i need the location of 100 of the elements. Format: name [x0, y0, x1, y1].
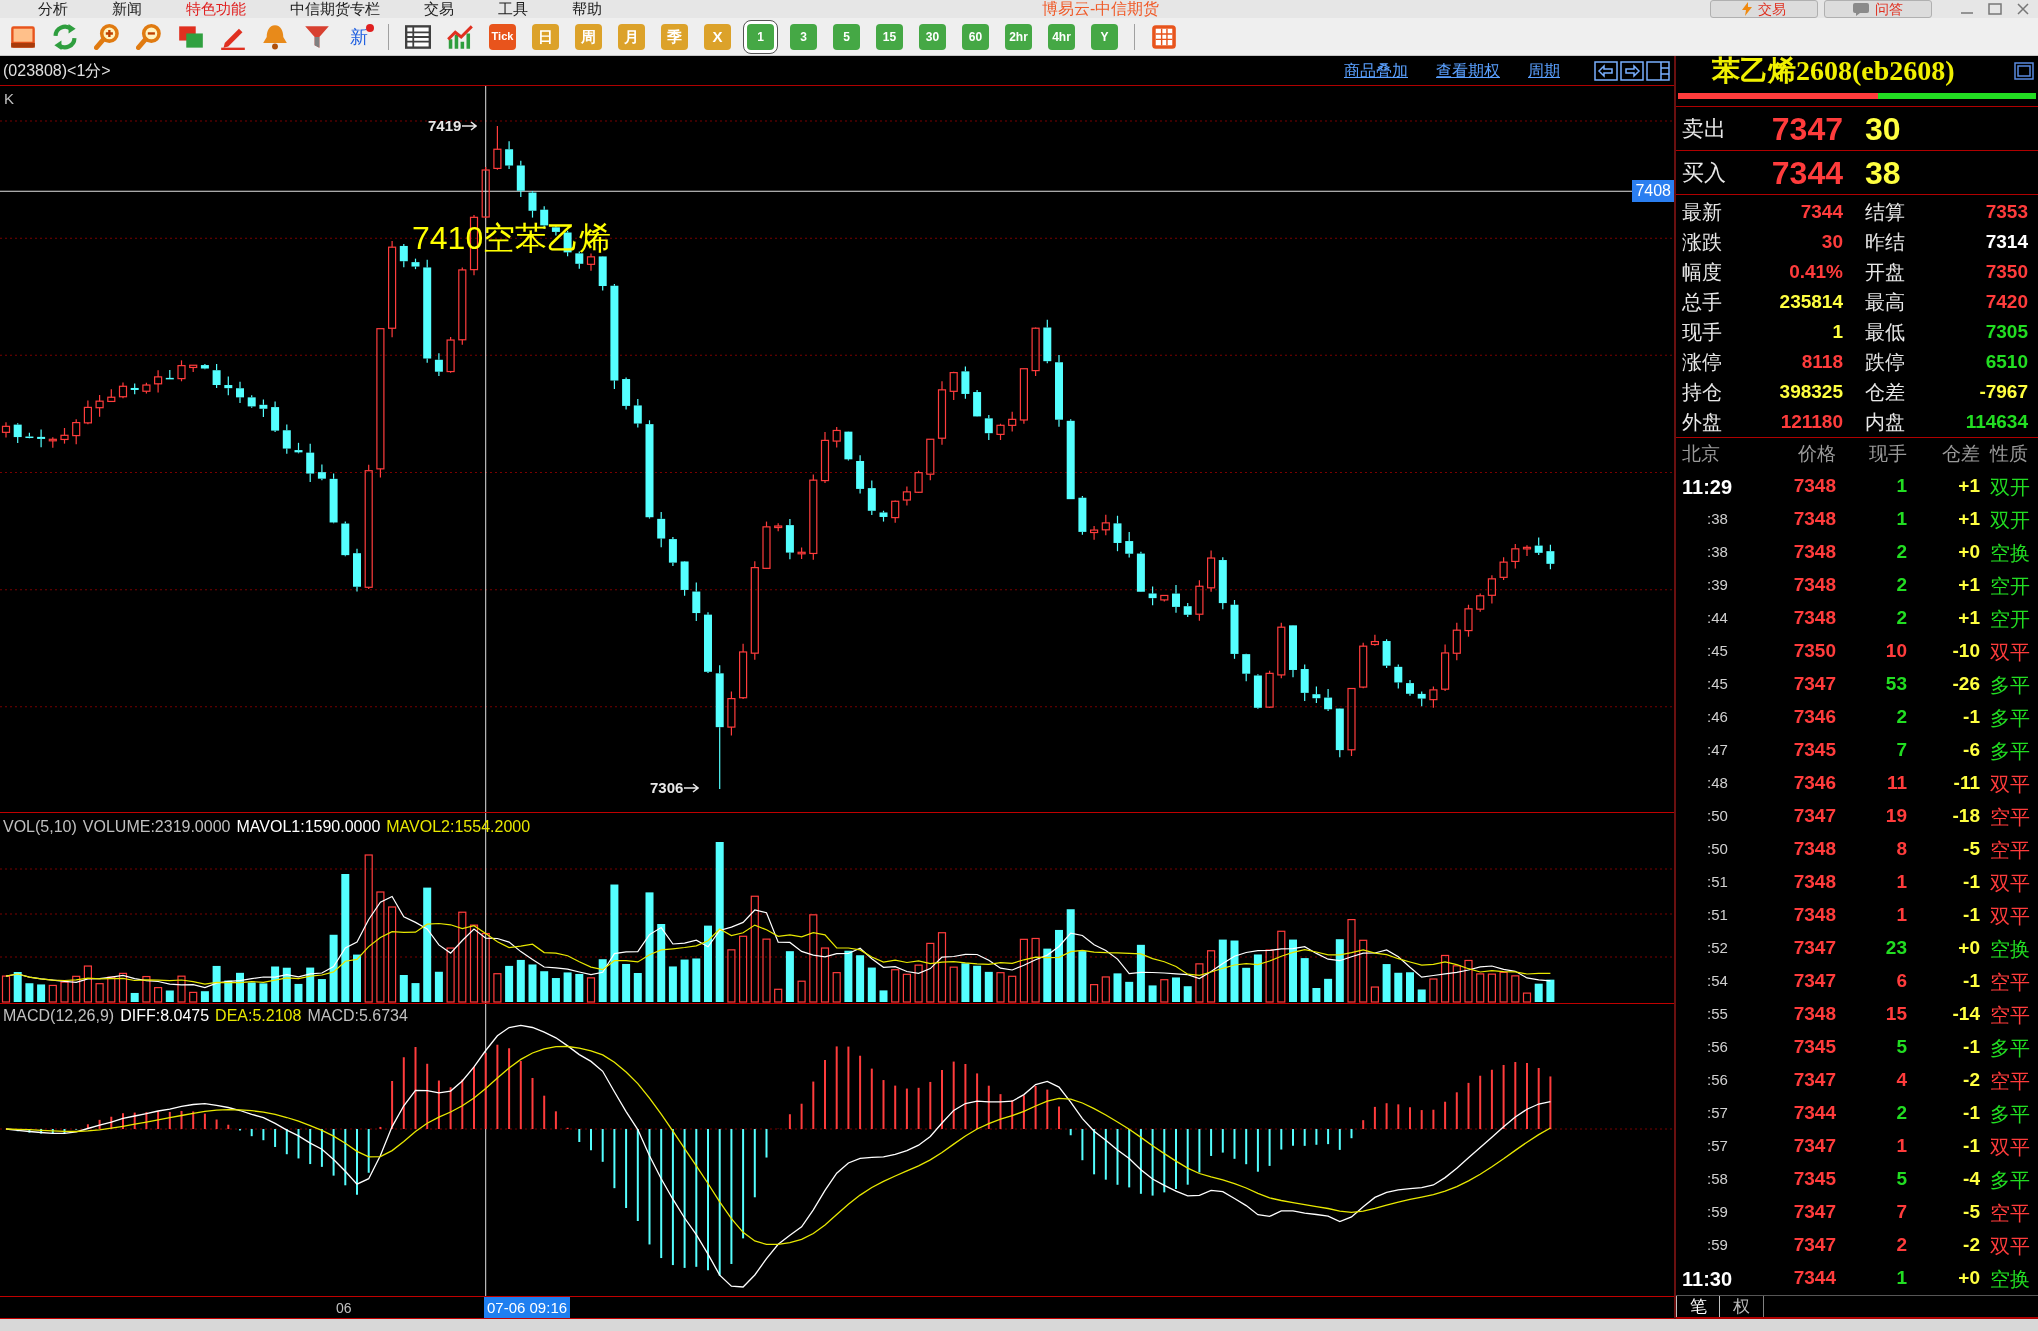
- toolbar-button[interactable]: 交易: [1710, 0, 1818, 18]
- trade-oi-change: +1: [1957, 474, 1980, 499]
- menu-item[interactable]: 中信期货专栏: [290, 0, 380, 18]
- trade-price: 7344: [1792, 1266, 1836, 1291]
- trade-type: 空平: [1989, 1200, 2031, 1226]
- trade-type: 多平: [1989, 1101, 2031, 1127]
- period-button[interactable]: 2hr: [1005, 23, 1032, 50]
- header-link[interactable]: 商品叠加: [1344, 58, 1408, 83]
- period-button[interactable]: 日: [532, 23, 559, 50]
- stat-value: 7314: [1984, 229, 2029, 254]
- trade-price: 7347: [1792, 1200, 1836, 1225]
- windows-icon[interactable]: [178, 23, 204, 50]
- stat-label: 昨结: [1864, 230, 1906, 255]
- trade-oi-change: -6: [1962, 738, 1980, 763]
- trade-type: 空换: [1989, 540, 2031, 566]
- period-button[interactable]: 5: [833, 23, 860, 50]
- menu-item[interactable]: 分析: [38, 0, 68, 18]
- news-button[interactable]: 新: [346, 23, 372, 50]
- trade-type: 空平: [1989, 1002, 2031, 1028]
- trade-oi-change: -14: [1951, 1002, 1980, 1027]
- trade-time: :57: [1706, 1136, 1729, 1157]
- trade-type: 双平: [1989, 639, 2031, 665]
- zoom-in-icon[interactable]: [94, 23, 120, 50]
- trade-volume: 19: [1884, 804, 1907, 829]
- period-button[interactable]: 季: [661, 23, 688, 50]
- trade-time: 11:29: [1681, 474, 1734, 500]
- trade-type: 双平: [1989, 870, 2031, 896]
- period-button[interactable]: Tick: [489, 23, 516, 50]
- menu-item[interactable]: 新闻: [112, 0, 142, 18]
- trade-oi-change: -2: [1962, 1233, 1980, 1258]
- book-icon[interactable]: [10, 23, 36, 50]
- split-view-icon[interactable]: [1646, 60, 1670, 81]
- period-button[interactable]: 周: [575, 23, 602, 50]
- refresh-icon[interactable]: [52, 23, 78, 50]
- trade-volume: 2: [1895, 573, 1907, 598]
- stat-value: 7344: [1799, 199, 1843, 224]
- trade-type: 空换: [1989, 1266, 2031, 1292]
- trade-time: :51: [1706, 872, 1729, 893]
- trade-volume: 1: [1895, 474, 1907, 499]
- trade-price: 7344: [1792, 1101, 1836, 1126]
- trade-time: :59: [1706, 1202, 1729, 1223]
- menu-item[interactable]: 交易: [424, 0, 454, 18]
- period-button[interactable]: X: [704, 23, 731, 50]
- trade-volume: 7: [1895, 1200, 1907, 1225]
- trade-volume: 15: [1884, 1002, 1907, 1027]
- trade-price: 7348: [1792, 540, 1836, 565]
- period-button[interactable]: 3: [790, 23, 817, 50]
- trade-time: 11:30: [1681, 1266, 1734, 1292]
- panel-tab[interactable]: 笔: [1676, 1296, 1720, 1317]
- stat-value: 7350: [1984, 259, 2029, 284]
- stat-label: 涨停: [1681, 350, 1723, 375]
- period-button[interactable]: Y: [1091, 23, 1118, 50]
- menu-item[interactable]: 特色功能: [186, 0, 246, 18]
- period-button[interactable]: 月: [618, 23, 645, 50]
- header-link[interactable]: 查看期权: [1436, 58, 1500, 83]
- trade-time: :38: [1706, 509, 1729, 530]
- period-button[interactable]: 30: [919, 23, 946, 50]
- trade-volume: 2: [1895, 1233, 1907, 1258]
- trade-price: 7348: [1792, 1002, 1836, 1027]
- trade-oi-change: +0: [1957, 540, 1980, 565]
- maximize-icon[interactable]: [2014, 62, 2034, 80]
- trade-oi-change: -1: [1962, 969, 1980, 994]
- stat-value: 235814: [1778, 289, 1843, 314]
- scroll-right-icon[interactable]: [1620, 60, 1644, 81]
- trade-type: 多平: [1989, 1035, 2031, 1061]
- scroll-left-icon[interactable]: [1594, 60, 1618, 81]
- period-button[interactable]: 4hr: [1048, 23, 1075, 50]
- stat-value: 0.41%: [1788, 259, 1843, 284]
- trade-type: 空换: [1989, 936, 2031, 962]
- trade-type: 双平: [1989, 771, 2031, 797]
- filter-icon[interactable]: [304, 23, 330, 50]
- bell-icon[interactable]: [262, 23, 288, 50]
- crosshair-time-tag: 07-06 09:16: [484, 1297, 571, 1318]
- bar-chart-icon[interactable]: [447, 23, 473, 50]
- period-button[interactable]: 60: [962, 23, 989, 50]
- stat-value: 114634: [1964, 409, 2029, 434]
- grid-icon[interactable]: [1151, 23, 1177, 50]
- stat-value: -7967: [1978, 379, 2029, 404]
- trade-type: 多平: [1989, 705, 2031, 731]
- maximize-icon[interactable]: [1988, 3, 2002, 15]
- table-icon[interactable]: [405, 23, 431, 50]
- trade-oi-change: +1: [1957, 507, 1980, 532]
- header-link[interactable]: 周期: [1528, 58, 1560, 83]
- trade-type: 空开: [1989, 606, 2031, 632]
- toolbar-button[interactable]: 问答: [1824, 0, 1932, 18]
- close-icon[interactable]: [2016, 3, 2030, 15]
- trade-type: 多平: [1989, 1167, 2031, 1193]
- panel-tab[interactable]: 权: [1720, 1296, 1764, 1317]
- menu-item[interactable]: 帮助: [572, 0, 602, 18]
- period-button[interactable]: 15: [876, 23, 903, 50]
- stat-label: 幅度: [1681, 260, 1723, 285]
- zoom-out-icon[interactable]: [136, 23, 162, 50]
- trade-time: :45: [1706, 641, 1729, 662]
- trade-price: 7348: [1792, 903, 1836, 928]
- stat-value: 1: [1831, 319, 1843, 344]
- trade-price: 7347: [1792, 969, 1836, 994]
- trade-volume: 7: [1895, 738, 1907, 763]
- menu-item[interactable]: 工具: [498, 0, 528, 18]
- trade-price: 7348: [1792, 606, 1836, 631]
- trade-volume: 8: [1895, 837, 1907, 862]
